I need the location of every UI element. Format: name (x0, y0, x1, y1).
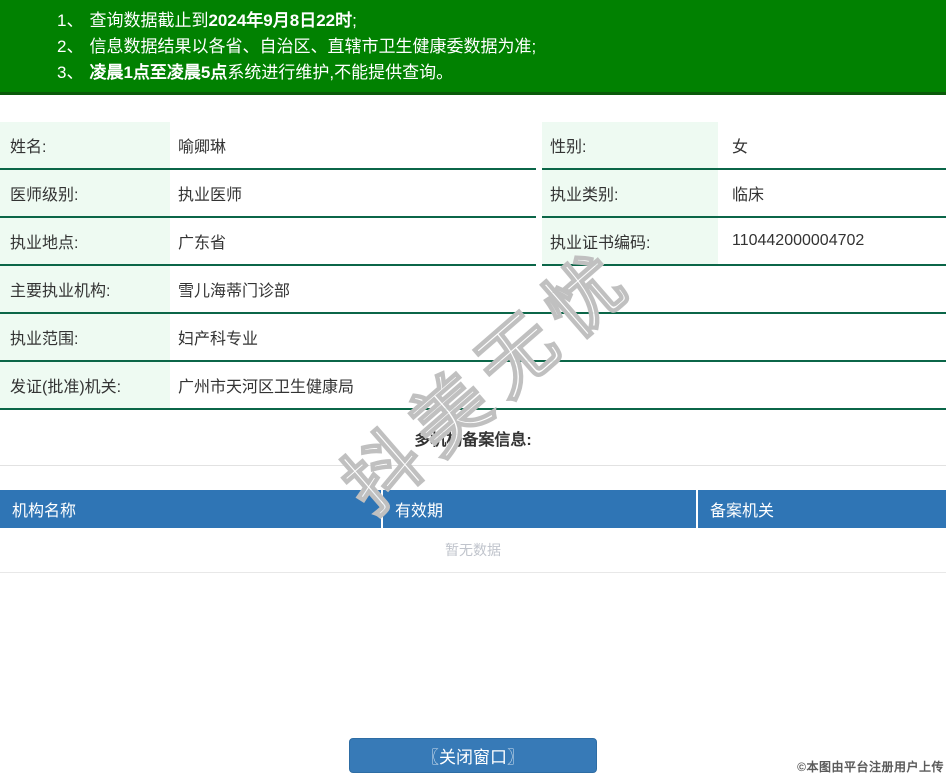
org-table-header-3: 备案机关 (698, 490, 946, 528)
field-value: 广州市天河区卫生健康局 (170, 362, 946, 410)
notice-line-3: 3、凌晨1点至凌晨5点系统进行维护,不能提供查询。 (57, 60, 936, 86)
field-label: 发证(批准)机关: (0, 362, 170, 410)
field-value: 妇产科专业 (170, 314, 946, 362)
notice-text-bold: 凌晨1点至凌晨5点 (89, 63, 227, 82)
org-table-header-2: 有效期 (383, 490, 698, 528)
info-row-6: 发证(批准)机关:广州市天河区卫生健康局 (0, 362, 946, 410)
notice-text-bold: 2024年9月8日22时 (208, 11, 352, 30)
field-value: 执业医师 (170, 170, 536, 218)
field-value: 广东省 (170, 218, 536, 266)
org-table-header-1: 机构名称 (0, 490, 383, 528)
field-label: 执业地点: (0, 218, 170, 266)
field-label: 执业类别: (542, 170, 718, 218)
info-row-1: 姓名:喻卿琳性别:女 (0, 122, 946, 170)
info-row-3: 执业地点:广东省执业证书编码:110442000004702 (0, 218, 946, 266)
notice-number: 3、 (57, 63, 83, 82)
practitioner-query-result-page: 1、查询数据截止到2024年9月8日22时;2、信息数据结果以各省、自治区、直辖… (0, 0, 946, 776)
empty-data-placeholder: 暂无数据 (0, 528, 946, 573)
practitioner-info-table: 姓名:喻卿琳性别:女医师级别:执业医师执业类别:临床执业地点:广东省执业证书编码… (0, 122, 946, 410)
close-window-button[interactable]: 〖关闭窗口〗 (349, 738, 597, 773)
field-label: 性别: (542, 122, 718, 170)
notice-text: ; (352, 11, 357, 30)
notice-text: 信息数据结果以各省、自治区、直辖市卫生健康委数据为准; (89, 37, 536, 56)
notice-line-2: 2、信息数据结果以各省、自治区、直辖市卫生健康委数据为准; (57, 34, 936, 60)
notice-number: 2、 (57, 37, 83, 56)
field-label: 医师级别: (0, 170, 170, 218)
notice-number: 1、 (57, 11, 83, 30)
field-value: 女 (718, 122, 946, 170)
notice-line-1: 1、查询数据截止到2024年9月8日22时; (57, 8, 936, 34)
field-label: 执业范围: (0, 314, 170, 362)
info-row-4: 主要执业机构:雪儿海蒂门诊部 (0, 266, 946, 314)
field-value: 喻卿琳 (170, 122, 536, 170)
field-value: 110442000004702 (718, 218, 946, 266)
field-label: 主要执业机构: (0, 266, 170, 314)
info-row-5: 执业范围:妇产科专业 (0, 314, 946, 362)
info-row-2: 医师级别:执业医师执业类别:临床 (0, 170, 946, 218)
field-label: 执业证书编码: (542, 218, 718, 266)
multi-org-section-title: 多机构备案信息: (0, 410, 946, 466)
field-value: 雪儿海蒂门诊部 (170, 266, 946, 314)
notice-text: 系统进行维护,不能提供查询。 (227, 63, 453, 82)
notice-text: 查询数据截止到 (89, 11, 208, 30)
copyright-note: ©本图由平台注册用户上传 (797, 758, 944, 775)
field-label: 姓名: (0, 122, 170, 170)
notice-banner: 1、查询数据截止到2024年9月8日22时;2、信息数据结果以各省、自治区、直辖… (0, 0, 946, 95)
field-value: 临床 (718, 170, 946, 218)
multi-org-table-header: 机构名称有效期备案机关 (0, 490, 946, 528)
multi-org-table: 机构名称有效期备案机关 暂无数据 (0, 490, 946, 573)
